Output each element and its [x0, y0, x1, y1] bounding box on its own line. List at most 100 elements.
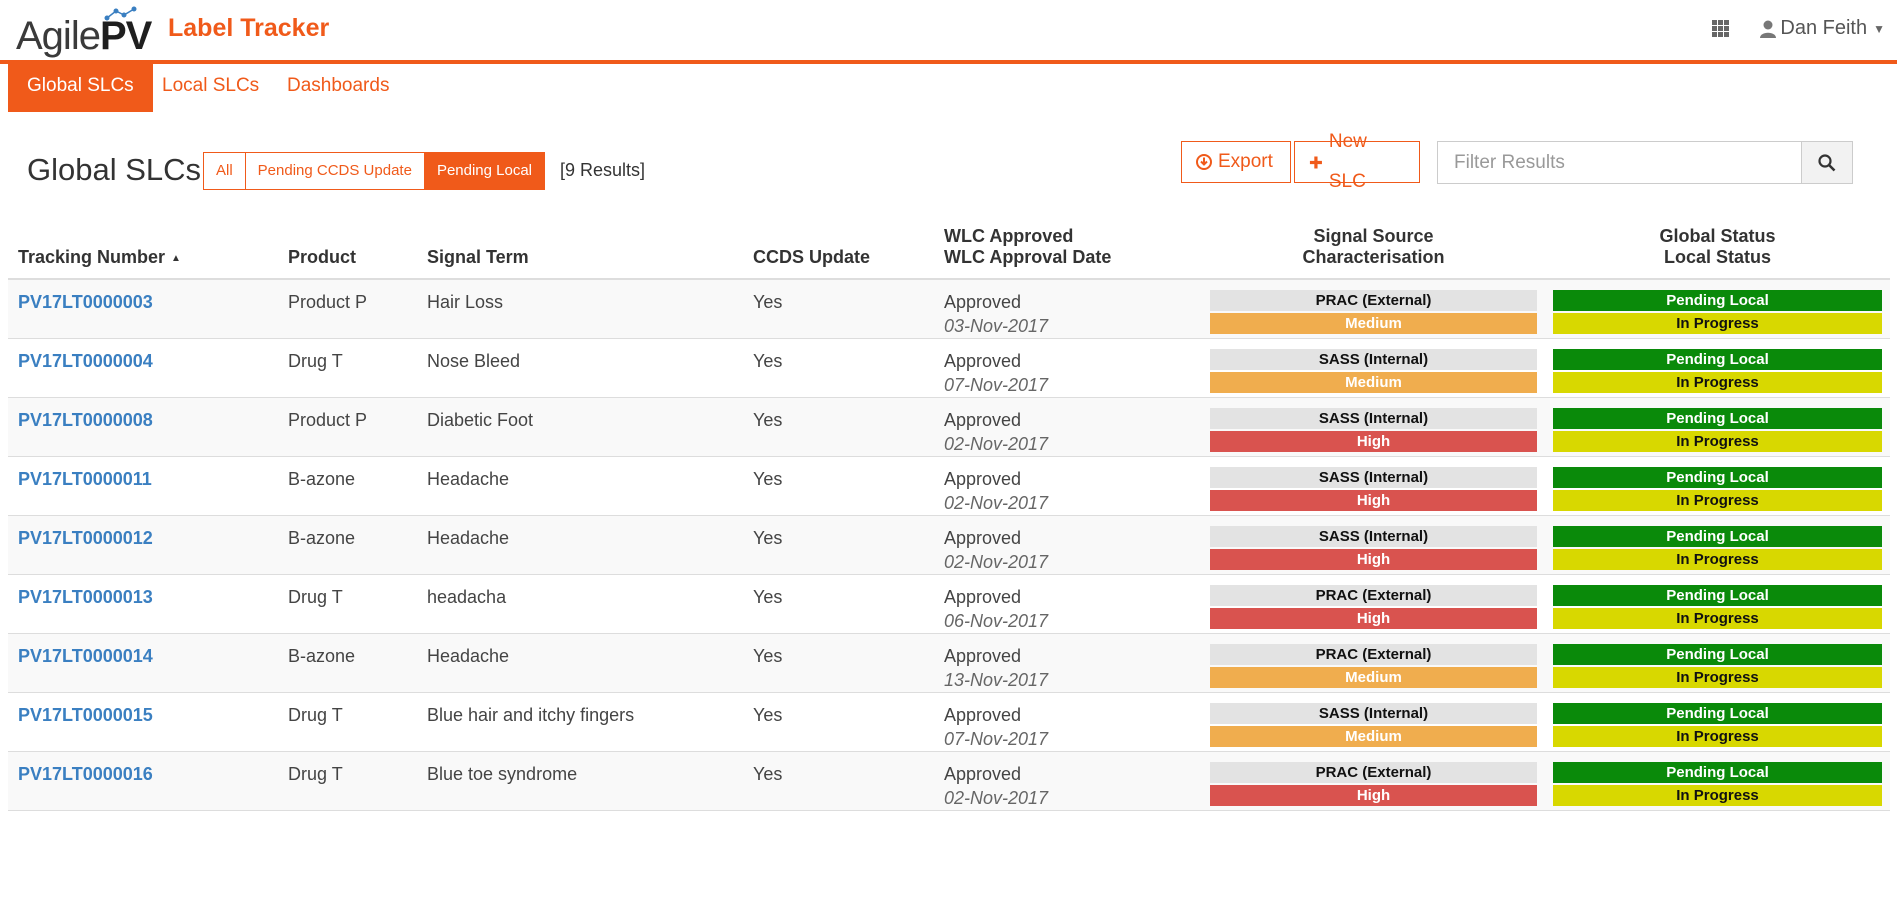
product-cell: B-azone [278, 515, 417, 575]
global-status-badge: Pending Local [1553, 348, 1882, 370]
tracking-number-link[interactable]: PV17LT0000013 [18, 587, 153, 607]
product-cell: Drug T [278, 574, 417, 634]
product-cell: Drug T [278, 338, 417, 398]
tracking-number-link[interactable]: PV17LT0000004 [18, 351, 153, 371]
ccds-update-cell: Yes [743, 515, 934, 575]
source-badge: PRAC (External) [1210, 290, 1537, 311]
tab-global-slcs[interactable]: Global SLCs [8, 64, 153, 112]
local-status-badge: In Progress [1553, 313, 1882, 334]
local-status-badge: In Progress [1553, 548, 1882, 570]
signal-source-cell: PRAC (External) High [1202, 574, 1545, 634]
signal-term-cell: Nose Bleed [417, 338, 743, 398]
table-row[interactable]: PV17LT0000016 Drug T Blue toe syndrome Yes A… [8, 751, 1890, 811]
status-cell: Pending Local In Progress [1545, 338, 1890, 398]
user-menu[interactable]: Dan Feith ▼ [1760, 17, 1885, 40]
table-row[interactable]: PV17LT0000008 Product P Diabetic Foot Yes Ap… [8, 397, 1890, 457]
col-tracking-number[interactable]: Tracking Number ▲ [8, 208, 278, 280]
col-status[interactable]: Global Status Local Status [1545, 208, 1890, 280]
local-status-badge: In Progress [1553, 489, 1882, 511]
tracking-number-link[interactable]: PV17LT0000016 [18, 764, 153, 784]
source-badge: SASS (Internal) [1210, 407, 1537, 429]
signal-source-cell: SASS (Internal) Medium [1202, 692, 1545, 752]
page-title: Global SLCs [27, 152, 202, 187]
export-button[interactable]: Export [1181, 141, 1291, 183]
signal-term-cell: Diabetic Foot [417, 397, 743, 457]
filter-pending-local[interactable]: Pending Local [423, 152, 546, 190]
source-badge: SASS (Internal) [1210, 525, 1537, 547]
status-cell: Pending Local In Progress [1545, 279, 1890, 339]
product-cell: Product P [278, 397, 417, 457]
slc-table: Tracking Number ▲ Product Signal Term CCD… [8, 208, 1890, 811]
ccds-update-cell: Yes [743, 456, 934, 516]
local-status-badge: In Progress [1553, 430, 1882, 452]
characterisation-badge: High [1210, 430, 1537, 452]
filter-all[interactable]: All [203, 152, 246, 190]
col-ccds-update[interactable]: CCDS Update [743, 208, 934, 280]
table-row[interactable]: PV17LT0000004 Drug T Nose Bleed Yes Approved… [8, 338, 1890, 398]
col-signal-term[interactable]: Signal Term [417, 208, 743, 280]
tracking-number-link[interactable]: PV17LT0000003 [18, 292, 153, 312]
wlc-status: Approved [944, 350, 1022, 371]
signal-source-cell: PRAC (External) High [1202, 751, 1545, 811]
chevron-down-icon: ▼ [1873, 21, 1885, 36]
wlc-status: Approved [944, 645, 1022, 666]
search-button[interactable] [1801, 142, 1852, 183]
global-status-badge: Pending Local [1553, 702, 1882, 724]
table-row[interactable]: PV17LT0000003 Product P Hair Loss Yes Approv… [8, 279, 1890, 339]
tracking-number-link[interactable]: PV17LT0000008 [18, 410, 153, 430]
signal-term-cell: Headache [417, 633, 743, 693]
signal-term-cell: Headache [417, 515, 743, 575]
col-product[interactable]: Product [278, 208, 417, 280]
wlc-date: 02-Nov-2017 [944, 551, 1049, 572]
user-name: Dan Feith [1780, 17, 1868, 39]
characterisation-badge: Medium [1210, 725, 1537, 747]
download-circle-icon [1196, 154, 1212, 170]
tracking-number-link[interactable]: PV17LT0000012 [18, 528, 153, 548]
app-title[interactable]: Label Tracker [168, 14, 329, 43]
status-cell: Pending Local In Progress [1545, 751, 1890, 811]
local-status-badge: In Progress [1553, 607, 1882, 629]
wlc-status: Approved [944, 468, 1022, 489]
filter-pending-ccds[interactable]: Pending CCDS Update [244, 152, 425, 190]
signal-term-cell: Headache [417, 456, 743, 516]
toolbar: Global SLCs All Pending CCDS Update Pend… [0, 112, 1897, 202]
tracking-number-link[interactable]: PV17LT0000015 [18, 705, 153, 725]
wlc-status: Approved [944, 409, 1022, 430]
grid-icon[interactable] [1712, 20, 1729, 37]
tracking-number-link[interactable]: PV17LT0000014 [18, 646, 153, 666]
characterisation-badge: Medium [1210, 666, 1537, 688]
ccds-update-cell: Yes [743, 574, 934, 634]
ccds-update-cell: Yes [743, 751, 934, 811]
signal-source-cell: PRAC (External) Medium [1202, 633, 1545, 693]
table-row[interactable]: PV17LT0000015 Drug T Blue hair and itchy f… [8, 692, 1890, 752]
wlc-status: Approved [944, 527, 1022, 548]
tab-dashboards[interactable]: Dashboards [268, 64, 408, 112]
ccds-update-cell: Yes [743, 338, 934, 398]
new-slc-button[interactable]: New SLC [1294, 131, 1420, 192]
filter-input[interactable] [1438, 142, 1801, 183]
result-count: [9 Results] [560, 160, 646, 180]
signal-term-cell: headacha [417, 574, 743, 634]
tab-local-slcs[interactable]: Local SLCs [143, 64, 278, 112]
col-signal-source[interactable]: Signal Source Characterisation [1202, 208, 1545, 280]
wlc-date: 13-Nov-2017 [944, 669, 1049, 690]
table-row[interactable]: PV17LT0000014 B-azone Headache Yes Approved 1… [8, 633, 1890, 693]
tracking-number-link[interactable]: PV17LT0000011 [18, 469, 152, 489]
table-row[interactable]: PV17LT0000013 Drug Theadacha Yes Approved 06… [8, 574, 1890, 634]
col-wlc[interactable]: WLC Approved WLC Approval Date [934, 208, 1202, 280]
global-status-badge: Pending Local [1553, 643, 1882, 665]
signal-source-cell: SASS (Internal) Medium [1202, 338, 1545, 398]
table-row[interactable]: PV17LT0000012 B-azone Headache Yes Approved 0… [8, 515, 1890, 575]
source-badge: SASS (Internal) [1210, 702, 1537, 724]
table-row[interactable]: PV17LT0000011 B-azone Headache Yes Approved 0… [8, 456, 1890, 516]
source-badge: SASS (Internal) [1210, 466, 1537, 488]
wlc-date: 02-Nov-2017 [944, 433, 1049, 454]
wlc-cell: Approved 03-Nov-2017 [934, 279, 1202, 339]
top-header: AgilePV Label Tracker Dan Feith ▼ [0, 0, 1897, 64]
characterisation-badge: High [1210, 607, 1537, 629]
wlc-cell: Approved 13-Nov-2017 [934, 633, 1202, 693]
user-icon [1760, 20, 1777, 38]
product-cell: B-azone [278, 633, 417, 693]
signal-term-cell: Hair Loss [417, 279, 743, 339]
product-cell: B-azone [278, 456, 417, 516]
